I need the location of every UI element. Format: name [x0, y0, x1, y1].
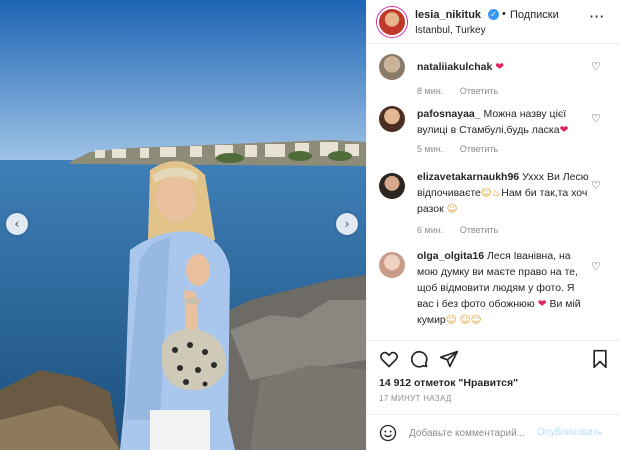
like-comment-heart-icon[interactable]: ♡ [591, 112, 601, 125]
comment-time: 8 мин. [417, 86, 444, 96]
commenter-username[interactable]: nataliiakulchak [417, 61, 492, 73]
red-heart-emoji: ❤ [559, 124, 569, 136]
smile-emoji: ☺ [446, 203, 458, 215]
commenter-username[interactable]: olga_olgita16 [417, 250, 484, 262]
commenter-avatar[interactable] [379, 106, 405, 132]
comment-bubble-icon[interactable] [409, 349, 429, 369]
post-location[interactable]: Istanbul, Turkey [415, 25, 486, 36]
verified-badge-icon: ✓ [488, 9, 499, 20]
share-paper-plane-icon[interactable] [439, 349, 459, 369]
like-heart-icon[interactable] [379, 349, 399, 369]
chevron-right-icon: › [344, 216, 350, 232]
separator-dot: • [502, 8, 506, 20]
heart-eyes-emoji: ☺ [459, 314, 471, 326]
commenter-username[interactable]: elizavetakarnaukh96 [417, 171, 519, 183]
fire-emoji: ♨ [491, 187, 502, 199]
photo-scene [0, 0, 366, 450]
comment-text: nataliiakulchak ❤ [417, 59, 589, 75]
post-timestamp[interactable]: 17 МИНУТ НАЗАД [379, 394, 452, 403]
reply-button[interactable]: Ответить [460, 86, 498, 96]
chevron-left-icon: ‹ [14, 216, 20, 232]
post-actions: 14 912 отметок "Нравится" 17 МИНУТ НАЗАД… [367, 340, 620, 450]
post-header: lesia_nikituk ✓ • Подписки Istanbul, Tur… [367, 0, 620, 44]
commenter-avatar[interactable] [379, 54, 405, 80]
comment-meta: 5 мин. Ответить [417, 144, 512, 154]
comment-text: elizavetakarnaukh96 Уххх Ви Лесю відпочи… [417, 169, 589, 217]
red-heart-emoji: ❤ [537, 298, 547, 310]
like-comment-heart-icon[interactable]: ♡ [591, 179, 601, 192]
comment-time: 5 мин. [417, 144, 444, 154]
comments-list: nataliiakulchak ❤ ♡ 8 мин. Ответить pafo… [367, 44, 620, 340]
face-emoji: ☺ [480, 187, 492, 199]
more-options-icon[interactable]: ··· [589, 7, 604, 26]
commenter-avatar[interactable] [379, 173, 405, 199]
emoji-picker-icon[interactable] [379, 424, 397, 442]
publish-button[interactable]: Опубликовать [537, 427, 602, 438]
like-comment-heart-icon[interactable]: ♡ [591, 260, 601, 273]
heart-eyes-emoji: ☺ [445, 314, 457, 326]
post-side-panel: lesia_nikituk ✓ • Подписки Istanbul, Tur… [366, 0, 620, 450]
comment-text: pafosnayaa_ Можна назву цієї вулиці в Ст… [417, 106, 589, 138]
like-comment-heart-icon[interactable]: ♡ [591, 60, 601, 73]
comment-meta: 8 мин. Ответить [417, 86, 512, 96]
author-username[interactable]: lesia_nikituk [415, 9, 481, 21]
author-avatar[interactable] [377, 7, 407, 37]
comment-input[interactable] [409, 423, 539, 443]
save-bookmark-icon[interactable] [591, 349, 609, 369]
comment-meta: 6 мин. Ответить [417, 225, 512, 235]
comment-time: 6 мин. [417, 225, 444, 235]
post-photo[interactable]: ‹ › [0, 0, 366, 450]
previous-photo-button[interactable]: ‹ [6, 213, 28, 235]
likes-count[interactable]: 14 912 отметок "Нравится" [379, 377, 518, 389]
next-photo-button[interactable]: › [336, 213, 358, 235]
comment-text: olga_olgita16 Леся Іванівна, на мою думк… [417, 248, 589, 328]
reply-button[interactable]: Ответить [460, 225, 498, 235]
heart-eyes-emoji: ☺ [470, 314, 482, 326]
add-comment-bar: Опубликовать [367, 414, 620, 450]
commenter-username[interactable]: pafosnayaa_ [417, 108, 481, 120]
commenter-avatar[interactable] [379, 252, 405, 278]
following-button[interactable]: Подписки [510, 9, 559, 21]
reply-button[interactable]: Ответить [460, 144, 498, 154]
red-heart-emoji: ❤ [495, 61, 505, 73]
